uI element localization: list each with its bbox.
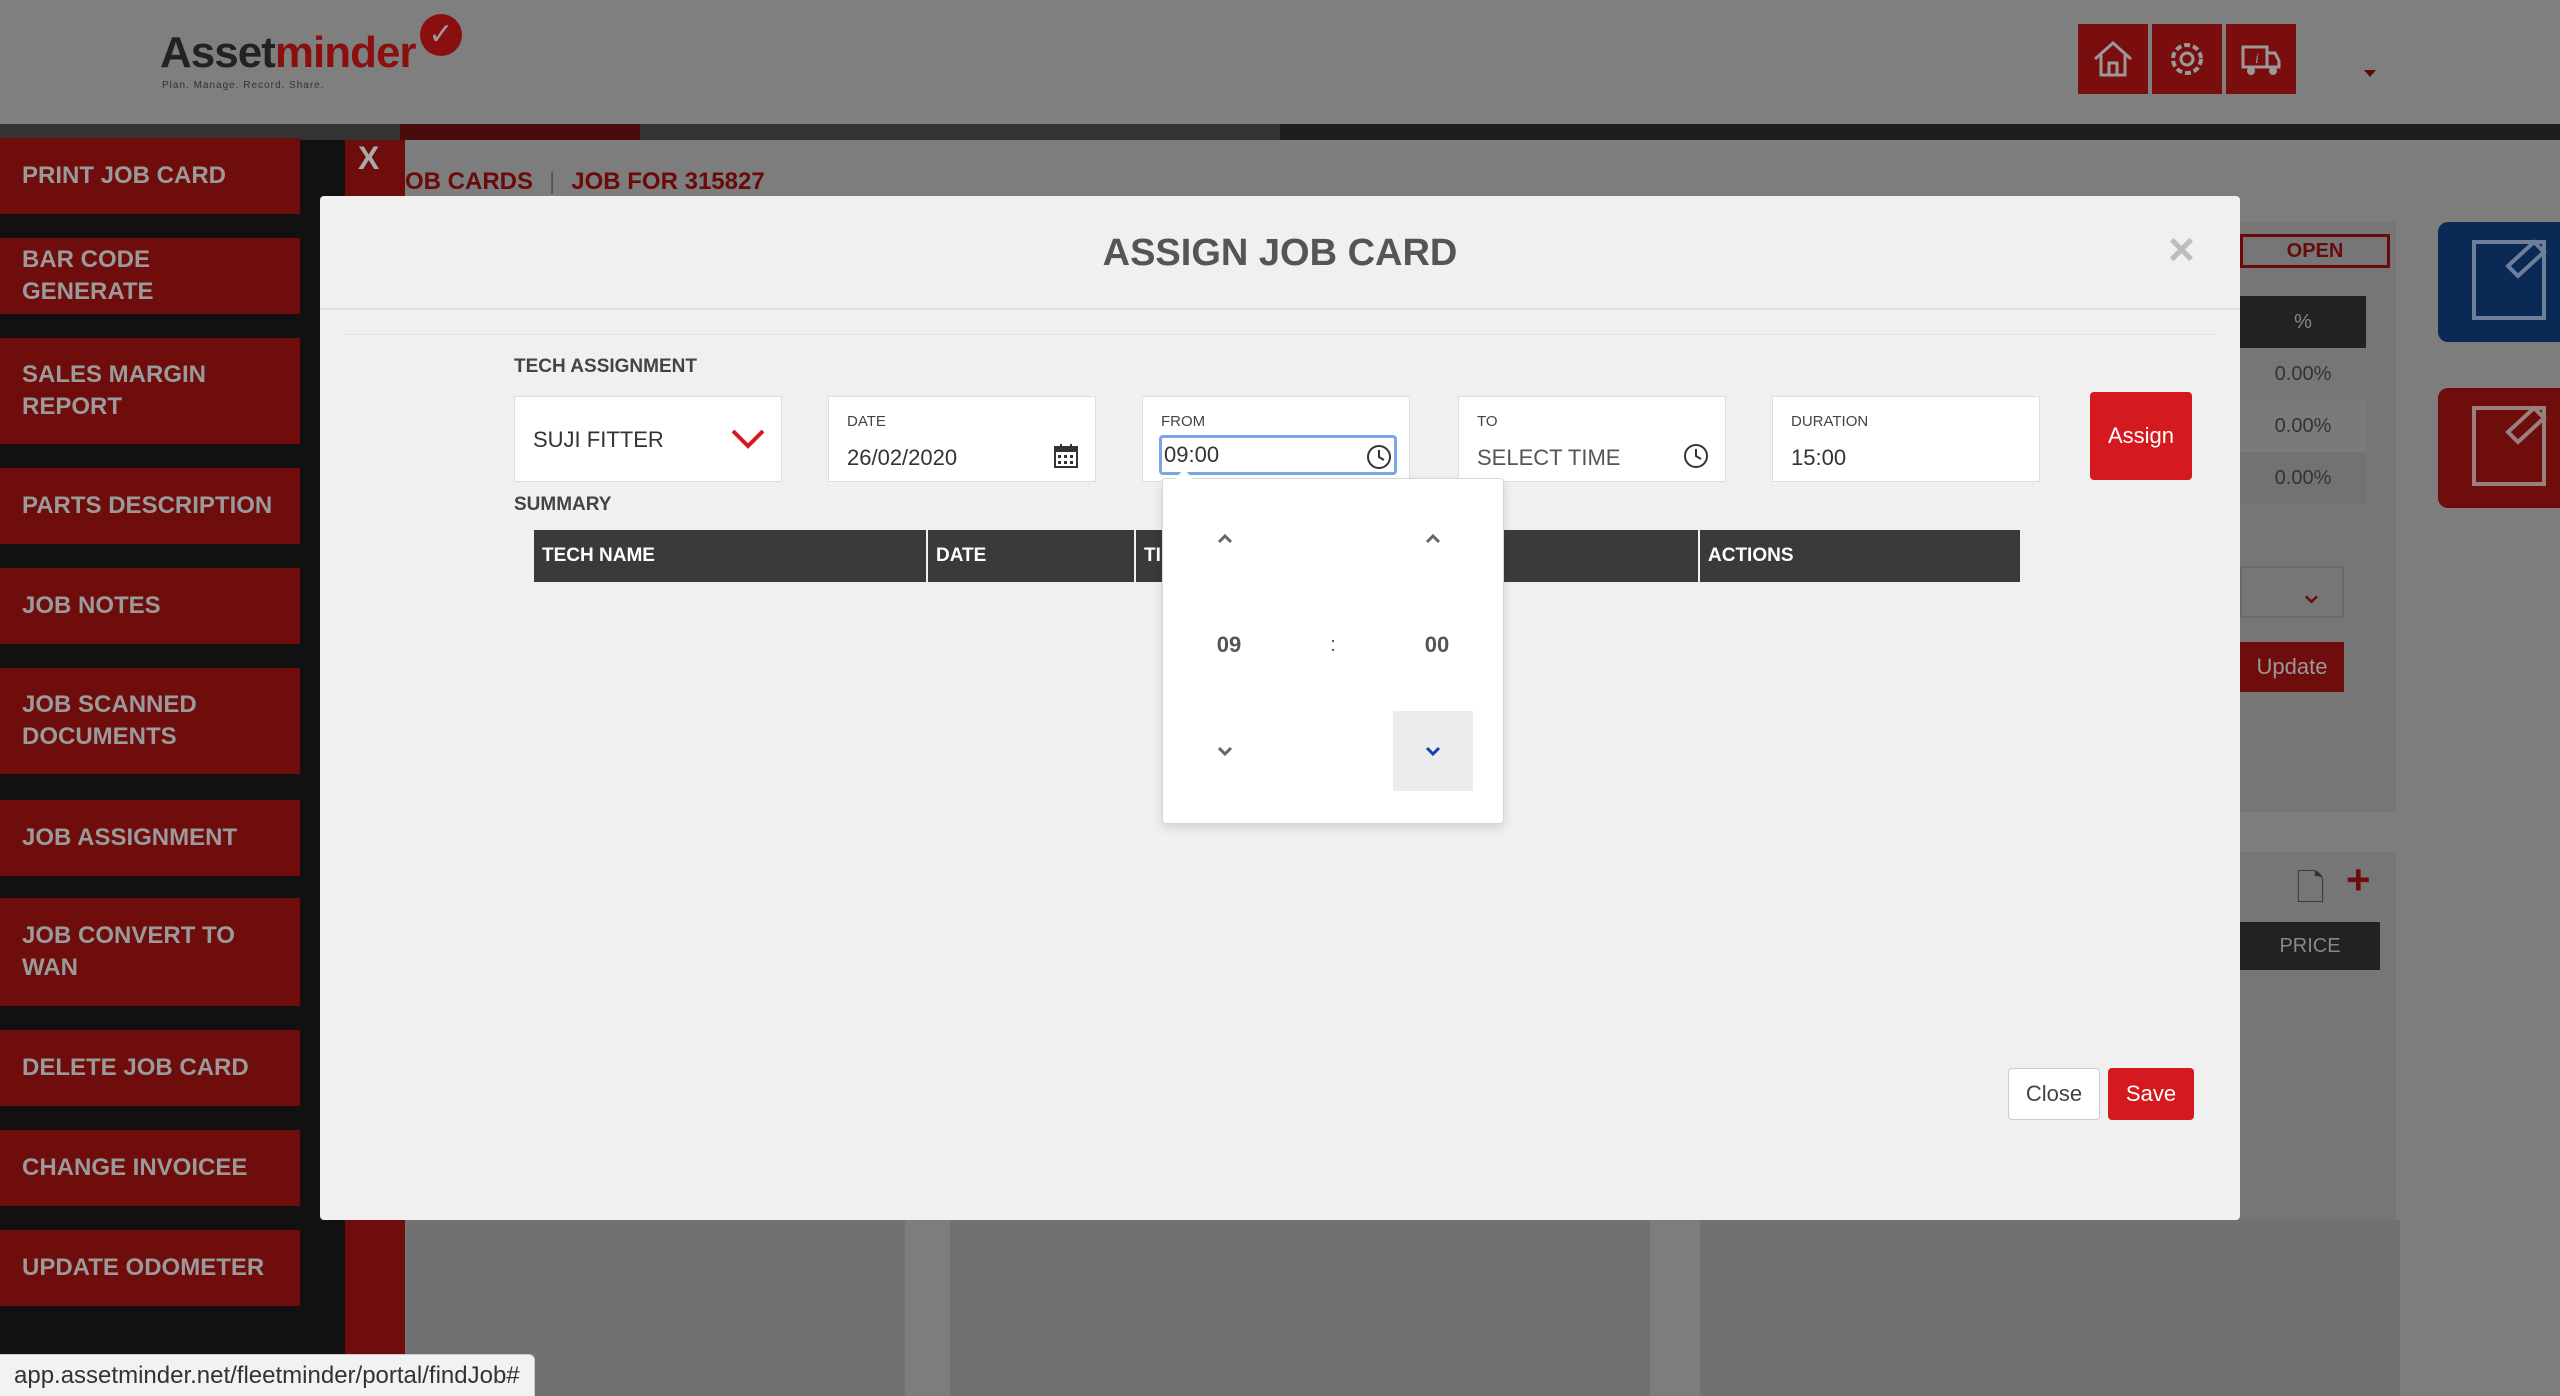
summary-label: SUMMARY bbox=[514, 494, 612, 515]
column-actions: ACTIONS bbox=[1708, 545, 1794, 566]
to-label: TO bbox=[1477, 413, 1498, 430]
tech-select-value: SUJI FITTER bbox=[533, 427, 664, 452]
tech-select[interactable]: SUJI FITTER bbox=[514, 396, 782, 482]
pct-value: 0.00% bbox=[2240, 452, 2366, 504]
sidebar-item-change-invoicee[interactable]: CHANGE INVOICEE bbox=[0, 1130, 300, 1206]
svg-text:i: i bbox=[2255, 52, 2259, 67]
update-button[interactable]: Update bbox=[2240, 642, 2344, 692]
assign-button[interactable]: Assign bbox=[2090, 392, 2192, 480]
to-time-placeholder: SELECT TIME bbox=[1477, 445, 1621, 470]
progress-strip bbox=[0, 124, 2560, 140]
date-value: 26/02/2020 bbox=[847, 445, 958, 470]
sidebar-item-parts-description[interactable]: PARTS DESCRIPTION bbox=[0, 468, 300, 544]
from-time-input[interactable]: 09:00 bbox=[1159, 435, 1397, 475]
vehicle-info-button[interactable]: i bbox=[2226, 24, 2296, 94]
user-menu-caret-icon[interactable] bbox=[2364, 70, 2376, 77]
sidebar-item-job-notes[interactable]: JOB NOTES bbox=[0, 568, 300, 644]
chevron-down-icon bbox=[1217, 746, 1233, 757]
breadcrumb: OB CARDS | JOB FOR 315827 bbox=[405, 168, 765, 196]
search-document-icon[interactable]: 🗋 bbox=[2296, 862, 2325, 923]
sidebar-close-button[interactable]: X bbox=[358, 140, 379, 177]
chevron-down-icon: ⌄ bbox=[2298, 577, 2324, 610]
progress-strip-rest bbox=[1280, 124, 2560, 140]
breadcrumb-separator: | bbox=[549, 168, 556, 195]
minute-display[interactable]: 00 bbox=[1397, 605, 1477, 685]
modal-title: ASSIGN JOB CARD bbox=[1102, 232, 1458, 274]
bg-column bbox=[950, 1220, 1650, 1396]
minute-value: 00 bbox=[1424, 632, 1450, 657]
assetminder-logo[interactable]: Assetminder bbox=[160, 28, 417, 78]
column-tech-name: TECH NAME bbox=[534, 530, 928, 582]
bg-select[interactable]: ⌄ bbox=[2240, 566, 2344, 618]
pct-value: 0.00% bbox=[2240, 400, 2366, 452]
sidebar-item-job-assignment[interactable]: JOB ASSIGNMENT bbox=[0, 800, 300, 876]
duration-label: DURATION bbox=[1791, 413, 1869, 430]
hour-display[interactable]: 09 bbox=[1189, 605, 1269, 685]
tech-assignment-label: TECH ASSIGNMENT bbox=[514, 356, 697, 377]
time-separator: : bbox=[1293, 605, 1373, 685]
add-icon[interactable]: + bbox=[2346, 856, 2371, 904]
bg-column bbox=[1700, 1220, 2400, 1396]
sidebar-item-print-job-card[interactable]: PRINT JOB CARD bbox=[0, 138, 300, 214]
home-icon bbox=[2094, 40, 2132, 77]
hour-down-button[interactable] bbox=[1185, 711, 1265, 791]
sidebar-item-job-convert-to-wan[interactable]: JOB CONVERT TO WAN bbox=[0, 898, 300, 1006]
edit-document-icon bbox=[2472, 405, 2547, 486]
modal-header-divider bbox=[320, 308, 2240, 310]
sidebar-item-update-odometer[interactable]: UPDATE ODOMETER bbox=[0, 1230, 300, 1306]
pct-value: 0.00% bbox=[2274, 363, 2332, 385]
duration-field[interactable]: DURATION 15:00 bbox=[1772, 396, 2040, 482]
truck-info-icon: i bbox=[2241, 45, 2281, 75]
date-field[interactable]: DATE 26/02/2020 bbox=[828, 396, 1096, 482]
modal-divider bbox=[342, 334, 2218, 335]
breadcrumb-current-job: JOB FOR 315827 bbox=[571, 168, 765, 195]
logo-text-asset: Asset bbox=[160, 28, 276, 77]
time-picker-caret bbox=[1175, 469, 1193, 479]
logo-check-icon: ✓ bbox=[420, 14, 462, 56]
breadcrumb-job-cards[interactable]: OB CARDS bbox=[405, 168, 533, 195]
status-badge: OPEN bbox=[2240, 234, 2390, 268]
modal-close-icon[interactable]: × bbox=[2168, 222, 2195, 276]
progress-strip-fill bbox=[400, 124, 640, 140]
edit-document-red-button[interactable] bbox=[2438, 388, 2560, 508]
time-picker-popup: 09 : 00 bbox=[1162, 469, 1504, 824]
date-label: DATE bbox=[847, 413, 886, 430]
hour-value: 09 bbox=[1216, 632, 1242, 657]
time-separator-text: : bbox=[1330, 633, 1336, 656]
gear-wrench-icon bbox=[2171, 43, 2203, 75]
sidebar-item-job-scanned-documents[interactable]: JOB SCANNED DOCUMENTS bbox=[0, 668, 300, 774]
to-time-field[interactable]: TO SELECT TIME bbox=[1458, 396, 1726, 482]
hour-up-button[interactable] bbox=[1185, 499, 1265, 579]
sidebar-item-bar-code-generate[interactable]: BAR CODE GENERATE bbox=[0, 238, 300, 314]
from-label: FROM bbox=[1161, 413, 1206, 430]
sidebar-item-delete-job-card[interactable]: DELETE JOB CARD bbox=[0, 1030, 300, 1106]
status-bar-url: app.assetminder.net/fleetminder/portal/f… bbox=[0, 1354, 535, 1396]
calendar-icon[interactable] bbox=[1053, 443, 1079, 469]
column-date: DATE bbox=[928, 530, 1136, 582]
minute-up-button[interactable] bbox=[1393, 499, 1473, 579]
minute-down-button[interactable] bbox=[1393, 711, 1473, 791]
sidebar-item-sales-margin-report[interactable]: SALES MARGIN REPORT bbox=[0, 338, 300, 444]
chevron-up-icon bbox=[1425, 533, 1441, 544]
clock-icon[interactable] bbox=[1366, 444, 1392, 470]
logo-text-minder: minder bbox=[274, 28, 417, 77]
chevron-down-icon bbox=[1425, 746, 1441, 757]
edit-document-blue-button[interactable] bbox=[2438, 222, 2560, 342]
chevron-up-icon bbox=[1217, 533, 1233, 544]
from-time-value: 09:00 bbox=[1164, 442, 1220, 467]
clock-icon[interactable] bbox=[1683, 443, 1709, 469]
save-button[interactable]: Save bbox=[2108, 1068, 2194, 1120]
top-header: Assetminder ✓ Plan. Manage. Record. Shar… bbox=[0, 0, 2560, 124]
duration-value: 15:00 bbox=[1791, 445, 1847, 470]
logo-tagline: Plan. Manage. Record. Share. bbox=[162, 80, 325, 91]
pct-column-header: % bbox=[2240, 296, 2366, 348]
edit-document-icon bbox=[2472, 239, 2547, 320]
price-column-header: PRICE bbox=[2240, 922, 2380, 970]
settings-button[interactable] bbox=[2152, 24, 2222, 94]
close-button[interactable]: Close bbox=[2008, 1068, 2100, 1120]
chevron-down-icon bbox=[731, 429, 765, 449]
home-button[interactable] bbox=[2078, 24, 2148, 94]
